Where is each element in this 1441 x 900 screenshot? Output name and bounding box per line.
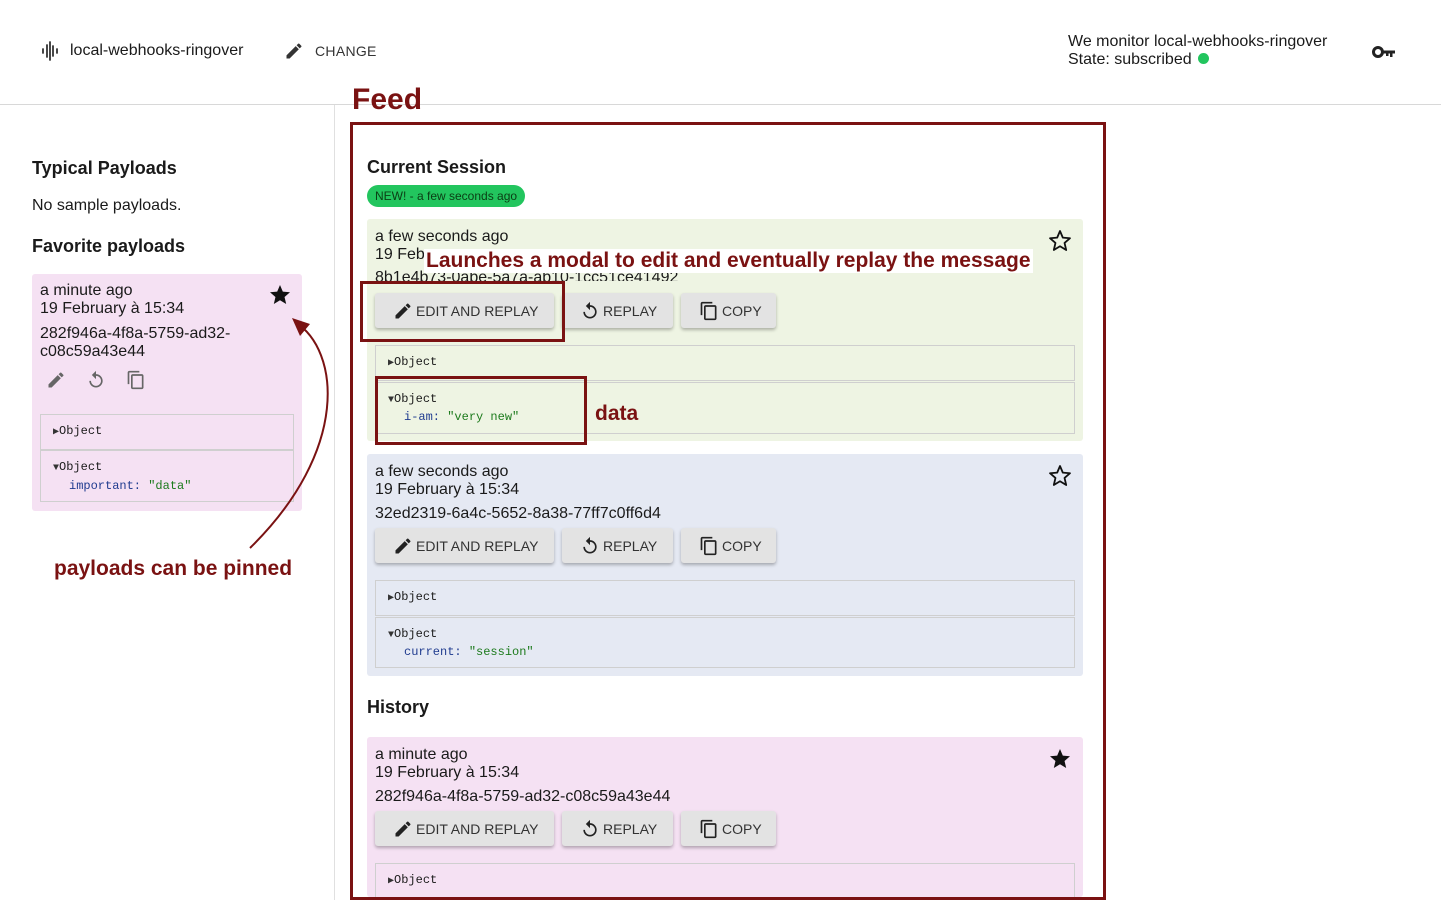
status-dot xyxy=(1197,53,1209,64)
pencil-icon xyxy=(395,820,411,836)
headers-label: Object xyxy=(394,590,438,604)
star-filled-icon[interactable] xyxy=(268,283,292,307)
copy-button[interactable]: COPY xyxy=(681,811,776,846)
state-line: State: subscribed xyxy=(1068,51,1327,69)
headers-label: Object xyxy=(59,424,103,438)
copy-button[interactable]: COPY xyxy=(681,528,776,563)
headers-label: Object xyxy=(394,873,438,887)
body-entry: current: "session" xyxy=(404,645,534,659)
favorite-time-ago: a minute ago xyxy=(40,282,133,299)
monitor-status: We monitor local-webhooks-ringover State… xyxy=(1068,33,1327,69)
edit-and-replay-button[interactable]: EDIT AND REPLAY xyxy=(375,811,554,846)
edit-and-replay-button[interactable]: EDIT AND REPLAY xyxy=(375,528,554,563)
feed-card[interactable]: a minute ago 19 February à 15:34 282f946… xyxy=(367,737,1083,897)
body-line: ▼Object xyxy=(388,627,437,641)
star-outline-icon[interactable] xyxy=(1048,229,1072,253)
body-entry: important: "data" xyxy=(69,479,191,493)
replay-button[interactable]: REPLAY xyxy=(562,293,673,328)
body-label: Object xyxy=(394,627,438,641)
new-badge: NEW! - a few seconds ago xyxy=(367,185,526,207)
favorite-date: 19 February à 15:34 xyxy=(40,300,185,317)
annotation-data: data xyxy=(595,402,639,425)
copy-icon xyxy=(700,301,717,320)
favorite-id-line1: 282f946a-4f8a-5759-ad32- xyxy=(40,325,231,342)
typical-payloads-empty: No sample payloads. xyxy=(32,197,182,214)
star-filled-icon[interactable] xyxy=(1048,747,1072,771)
favorite-id-line2: c08c59a43e44 xyxy=(40,343,145,360)
annotation-pinned: payloads can be pinned xyxy=(54,557,293,580)
edit-and-replay-label: EDIT AND REPLAY xyxy=(416,820,539,837)
headers-object[interactable]: ▶Object xyxy=(375,863,1075,897)
headers-line: ▶Object xyxy=(388,355,437,369)
history-title: History xyxy=(367,697,430,717)
headers-object[interactable]: ▶Object xyxy=(375,580,1075,616)
star-outline-icon[interactable] xyxy=(1048,464,1072,488)
pencil-icon xyxy=(395,537,411,553)
headers-line: ▶Object xyxy=(388,590,437,604)
brand: local-webhooks-ringover xyxy=(40,41,243,61)
card-date: 19 Feb xyxy=(375,246,425,263)
favorite-actions xyxy=(46,370,146,395)
edit-and-replay-label: EDIT AND REPLAY xyxy=(416,537,539,554)
body-label: Object xyxy=(59,460,103,474)
annotation-box-data xyxy=(375,376,587,445)
annotation-modal: Launches a modal to edit and eventually … xyxy=(424,249,1033,273)
headers-label: Object xyxy=(394,355,438,369)
body-value: "data" xyxy=(148,479,192,493)
copy-label: COPY xyxy=(722,820,762,837)
headers-line: ▶Object xyxy=(388,873,437,887)
replay-label: REPLAY xyxy=(603,537,658,554)
edit-icon[interactable] xyxy=(46,370,66,395)
replay-icon xyxy=(583,301,597,318)
monitor-text: We monitor local-webhooks-ringover xyxy=(1068,33,1328,50)
body-line: ▼Object xyxy=(53,460,102,474)
copy-label: COPY xyxy=(722,302,762,319)
waveform-icon xyxy=(42,41,58,61)
replay-label: REPLAY xyxy=(603,302,658,319)
app-header: local-webhooks-ringover CHANGE We monito… xyxy=(0,0,1441,105)
change-label: CHANGE xyxy=(315,43,377,59)
favorite-payloads-title: Favorite payloads xyxy=(32,236,186,256)
headers-line: ▶Object xyxy=(53,424,102,438)
card-id: 282f946a-4f8a-5759-ad32-c08c59a43e44 xyxy=(375,788,671,805)
key-icon[interactable] xyxy=(1372,44,1396,60)
replay-label: REPLAY xyxy=(603,820,658,837)
annotation-feed: Feed xyxy=(352,83,423,116)
replay-icon xyxy=(583,536,597,553)
annotation-arrow xyxy=(249,318,329,549)
body-object[interactable]: ▼Object current: "session" xyxy=(375,617,1075,668)
card-id: 32ed2319-6a4c-5652-8a38-77ff7c0ff6d4 xyxy=(375,505,661,522)
body-value: "session" xyxy=(468,645,534,659)
replay-icon[interactable] xyxy=(86,370,106,395)
replay-icon xyxy=(583,819,597,836)
replay-button[interactable]: REPLAY xyxy=(562,811,673,846)
card-date: 19 February à 15:34 xyxy=(375,764,520,781)
copy-label: COPY xyxy=(722,537,762,554)
card-time-ago: a minute ago xyxy=(375,746,468,763)
copy-icon[interactable] xyxy=(126,370,146,395)
body-key: current: xyxy=(404,645,462,659)
app-name: local-webhooks-ringover xyxy=(70,42,244,59)
state-text: State: subscribed xyxy=(1068,51,1192,68)
copy-button[interactable]: COPY xyxy=(681,293,776,328)
pencil-icon xyxy=(286,43,302,59)
copy-icon xyxy=(700,819,717,838)
change-button[interactable]: CHANGE xyxy=(284,41,377,61)
typical-payloads-title: Typical Payloads xyxy=(32,158,177,178)
body-key: important: xyxy=(69,479,142,493)
favorite-id: 282f946a-4f8a-5759-ad32- c08c59a43e44 xyxy=(40,325,270,361)
card-time-ago: a few seconds ago xyxy=(375,228,509,245)
feed-card[interactable]: a few seconds ago 19 February à 15:34 32… xyxy=(367,454,1083,676)
card-date: 19 February à 15:34 xyxy=(375,481,520,498)
replay-button[interactable]: REPLAY xyxy=(562,528,673,563)
current-session-title: Current Session xyxy=(367,157,507,177)
card-time-ago: a few seconds ago xyxy=(375,463,509,480)
annotation-box-edit xyxy=(360,281,565,342)
favorite-time: a minute ago 19 February à 15:34 xyxy=(40,282,184,318)
copy-icon xyxy=(700,536,717,555)
